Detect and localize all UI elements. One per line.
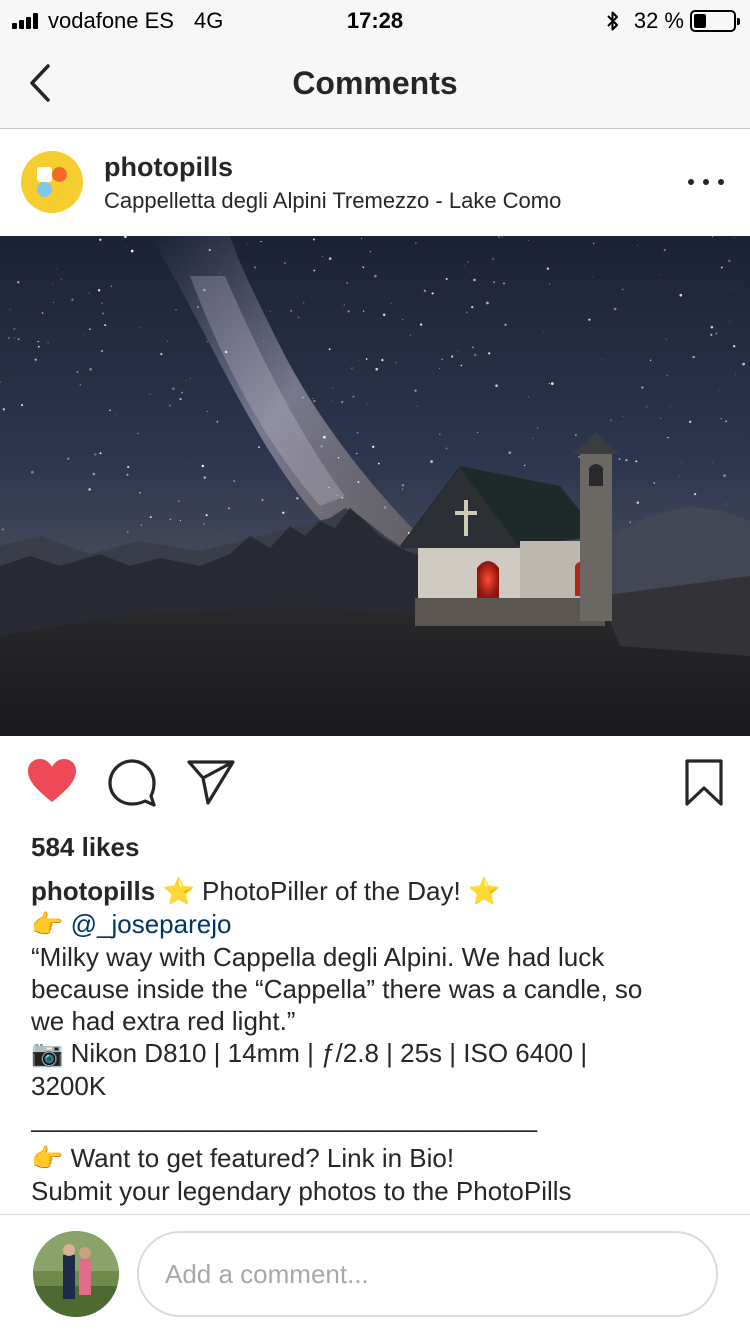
caption-quote-line: we had extra red light.” [31, 1006, 296, 1036]
caption-title: PhotoPiller of the Day! [202, 876, 461, 906]
post-photo[interactable] [0, 236, 750, 736]
comment-bar [0, 1214, 750, 1334]
user-avatar [33, 1231, 119, 1317]
comment-icon[interactable] [107, 758, 157, 808]
post-username[interactable]: photopills [104, 152, 233, 183]
caption-username[interactable]: photopills [31, 876, 155, 906]
status-bar: vodafone ES 4G 17:28 32 % [0, 0, 750, 40]
bluetooth-icon [607, 11, 618, 31]
pointing-hand-icon: 👉 [31, 910, 64, 940]
bookmark-icon[interactable] [684, 758, 724, 808]
heart-icon[interactable] [27, 758, 77, 804]
photopills-logo [37, 167, 67, 197]
share-icon[interactable] [186, 758, 236, 806]
camera-specs: Nikon D810 | 14mm | ƒ/2.8 | 25s | ISO 64… [70, 1038, 588, 1068]
star-icon: ⭐ [162, 877, 195, 907]
page-title: Comments [292, 65, 458, 101]
caption-divider: ___________________________________ [31, 1103, 538, 1133]
post-location[interactable]: Cappelletta degli Alpini Tremezzo - Lake… [104, 188, 561, 214]
photopills-avatar[interactable] [21, 151, 83, 213]
battery-icon [690, 10, 740, 32]
post-header: photopills Cappelletta degli Alpini Trem… [0, 130, 750, 236]
star-icon: ⭐ [467, 877, 501, 907]
mention-link[interactable]: @_joseparejo [71, 909, 232, 939]
battery-percent: 32 % [633, 8, 684, 33]
caption-quote-line: because inside the “Cappella” there was … [31, 974, 643, 1004]
camera-icon: 📷 [31, 1039, 64, 1069]
status-right: 32 % [606, 8, 740, 34]
battery-fill [694, 14, 707, 28]
milky-way-chapel-photo [0, 236, 750, 736]
post-actions [0, 736, 750, 831]
featured-text: Want to get featured? Link in Bio! [70, 1143, 455, 1173]
comment-input[interactable] [137, 1231, 718, 1317]
submit-text: Submit your legendary photos to the Phot… [31, 1176, 572, 1206]
pointing-hand-icon: 👉 [31, 1144, 64, 1174]
camera-specs-cont: 3200K [31, 1071, 107, 1101]
caption-quote-line: “Milky way with Cappella degli Alpini. W… [31, 942, 605, 972]
post-caption: photopills ⭐ PhotoPiller of the Day! ⭐ 👉… [31, 875, 731, 1213]
nav-bar: Comments [0, 40, 750, 129]
likes-count[interactable]: 584 likes [31, 832, 139, 863]
ellipsis-icon[interactable] [688, 172, 724, 192]
